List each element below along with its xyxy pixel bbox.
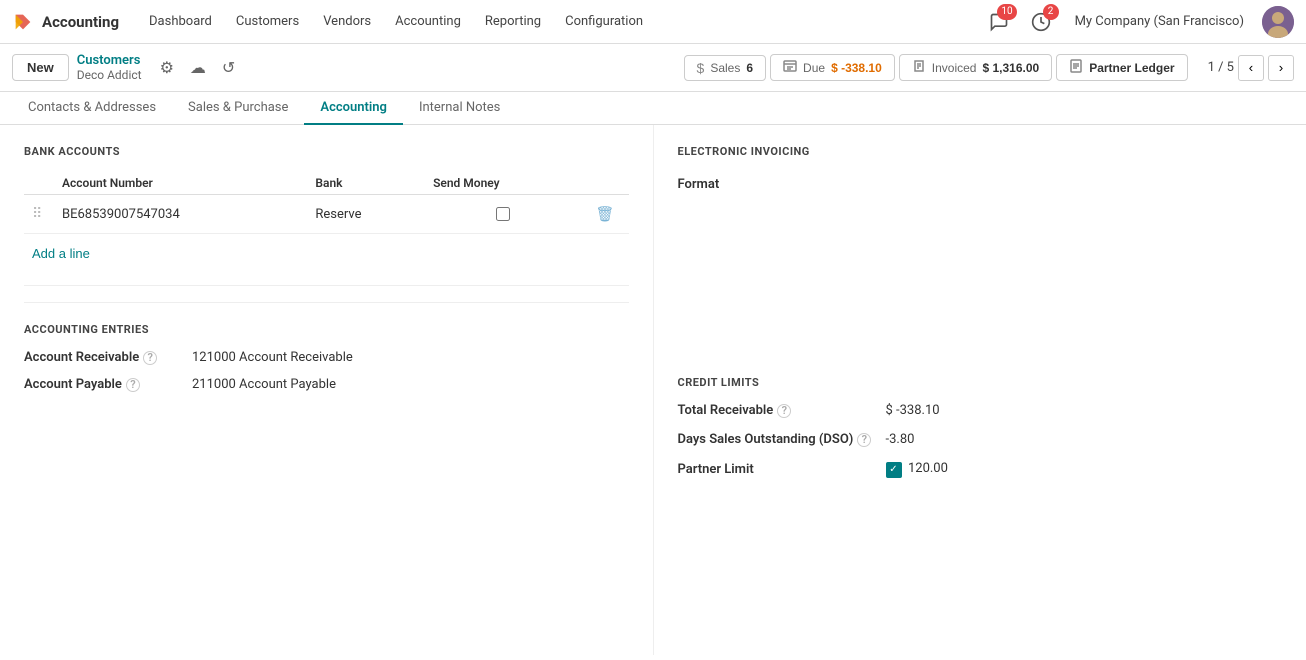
stat-buttons: $ Sales 6 Due $ -338.10 [684, 54, 1188, 81]
divider-2 [24, 302, 629, 303]
main-content: BANK ACCOUNTS Account Number Bank Send M… [0, 125, 1306, 655]
breadcrumb-link[interactable]: Customers [77, 53, 142, 68]
add-line-button[interactable]: Add a line [24, 238, 98, 269]
account-receivable-value[interactable]: 121000 Account Receivable [192, 350, 353, 365]
due-button[interactable]: Due $ -338.10 [770, 54, 895, 81]
account-receivable-label: Account Receivable ? [24, 350, 184, 365]
company-name: My Company (San Francisco) [1075, 14, 1244, 29]
nav-customers[interactable]: Customers [226, 10, 309, 33]
account-number-cell[interactable]: BE68539007547034 [54, 195, 307, 234]
sales-label: Sales [710, 61, 740, 75]
due-value: $ -338.10 [831, 61, 882, 75]
app-name: Accounting [42, 13, 119, 31]
nav-accounting[interactable]: Accounting [385, 10, 471, 33]
action-bar: New Customers Deco Addict ⚙ ☁ ↺ $ Sales … [0, 44, 1306, 92]
days-sales-row: Days Sales Outstanding (DSO) ? -3.80 [678, 432, 1283, 447]
partner-ledger-label: Partner Ledger [1089, 61, 1174, 75]
partner-limit-value: ✓ 120.00 [886, 461, 948, 478]
bank-cell[interactable]: Reserve [307, 195, 425, 234]
account-payable-value[interactable]: 211000 Account Payable [192, 377, 336, 392]
pagination: 1 / 5 ‹ › [1208, 55, 1294, 81]
days-sales-help[interactable]: ? [857, 433, 871, 447]
total-receivable-row: Total Receivable ? $ -338.10 [678, 403, 1283, 418]
format-label: Format [678, 177, 778, 192]
tab-sales[interactable]: Sales & Purchase [172, 92, 304, 125]
app-logo [12, 11, 34, 33]
col-send-money: Send Money [425, 172, 581, 195]
col-account-number: Account Number [54, 172, 307, 195]
col-bank: Bank [307, 172, 425, 195]
sales-icon: $ [697, 60, 705, 76]
refresh-button[interactable]: ↺ [216, 54, 241, 82]
right-panel: ELECTRONIC INVOICING Format CREDIT LIMIT… [654, 125, 1306, 655]
col-drag [24, 172, 54, 195]
days-sales-label: Days Sales Outstanding (DSO) ? [678, 432, 878, 447]
messages-button[interactable]: 10 [983, 6, 1015, 38]
new-button[interactable]: New [12, 54, 69, 81]
send-money-checkbox[interactable] [496, 207, 510, 221]
next-page-button[interactable]: › [1268, 55, 1294, 81]
nav-reporting[interactable]: Reporting [475, 10, 551, 33]
bank-accounts-table: Account Number Bank Send Money ⠿ BE68539… [24, 172, 629, 234]
top-nav: Accounting Dashboard Customers Vendors A… [0, 0, 1306, 44]
clock-button[interactable]: 2 [1025, 6, 1057, 38]
settings-button[interactable]: ⚙ [154, 54, 180, 82]
nav-vendors[interactable]: Vendors [313, 10, 381, 33]
invoiced-label: Invoiced [932, 61, 977, 75]
user-avatar[interactable] [1262, 6, 1294, 38]
credit-limits-title: CREDIT LIMITS [678, 376, 1283, 389]
pagination-text: 1 / 5 [1208, 60, 1234, 75]
format-row: Format [678, 172, 1283, 196]
invoiced-value: $ 1,316.00 [982, 61, 1039, 75]
days-sales-value: -3.80 [886, 432, 915, 447]
breadcrumb-area: Customers Deco Addict [77, 53, 142, 82]
account-payable-label: Account Payable ? [24, 377, 184, 392]
sales-value: 6 [746, 61, 753, 75]
nav-configuration[interactable]: Configuration [555, 10, 653, 33]
drag-handle[interactable]: ⠿ [32, 206, 42, 222]
partner-limit-checkbox[interactable]: ✓ [886, 462, 902, 478]
tabs-bar: Contacts & Addresses Sales & Purchase Ac… [0, 92, 1306, 125]
divider-1 [24, 285, 629, 286]
action-tools: ⚙ ☁ ↺ [154, 54, 242, 82]
credit-limits-section: CREDIT LIMITS Total Receivable ? $ -338.… [678, 376, 1283, 478]
clock-badge: 2 [1043, 4, 1059, 20]
account-payable-row: Account Payable ? 211000 Account Payable [24, 377, 629, 392]
col-actions [581, 172, 628, 195]
prev-page-button[interactable]: ‹ [1238, 55, 1264, 81]
cloud-button[interactable]: ☁ [184, 54, 212, 82]
tab-accounting[interactable]: Accounting [304, 92, 403, 125]
payable-help-icon[interactable]: ? [126, 378, 140, 392]
receivable-help-icon[interactable]: ? [143, 351, 157, 365]
invoiced-icon [912, 59, 926, 76]
messages-badge: 10 [997, 4, 1016, 20]
delete-row-button[interactable]: 🗑 [589, 203, 620, 225]
format-value[interactable] [778, 172, 978, 196]
sales-button[interactable]: $ Sales 6 [684, 55, 767, 81]
due-icon [783, 59, 797, 76]
total-receivable-help[interactable]: ? [777, 404, 791, 418]
record-name: Deco Addict [77, 68, 142, 82]
accounting-entries-title: ACCOUNTING ENTRIES [24, 323, 629, 336]
partner-ledger-button[interactable]: Partner Ledger [1056, 54, 1187, 81]
partner-ledger-icon [1069, 59, 1083, 76]
tab-contacts[interactable]: Contacts & Addresses [12, 92, 172, 125]
electronic-invoicing-title: ELECTRONIC INVOICING [678, 145, 1283, 158]
left-panel: BANK ACCOUNTS Account Number Bank Send M… [0, 125, 654, 655]
total-receivable-label: Total Receivable ? [678, 403, 878, 418]
table-row: ⠿ BE68539007547034 Reserve 🗑 [24, 195, 629, 234]
nav-dashboard[interactable]: Dashboard [139, 10, 222, 33]
tab-internal-notes[interactable]: Internal Notes [403, 92, 516, 125]
nav-icons: 10 2 My Company (San Francisco) [983, 6, 1294, 38]
account-receivable-row: Account Receivable ? 121000 Account Rece… [24, 350, 629, 365]
partner-limit-row: Partner Limit ✓ 120.00 [678, 461, 1283, 478]
partner-limit-label: Partner Limit [678, 462, 878, 477]
send-money-cell [425, 195, 581, 234]
electronic-invoicing-section: ELECTRONIC INVOICING Format [678, 145, 1283, 196]
due-label: Due [803, 61, 825, 75]
accounting-entries-section: ACCOUNTING ENTRIES Account Receivable ? … [24, 323, 629, 392]
invoiced-button[interactable]: Invoiced $ 1,316.00 [899, 54, 1052, 81]
bank-accounts-title: BANK ACCOUNTS [24, 145, 629, 158]
total-receivable-value: $ -338.10 [886, 403, 940, 418]
